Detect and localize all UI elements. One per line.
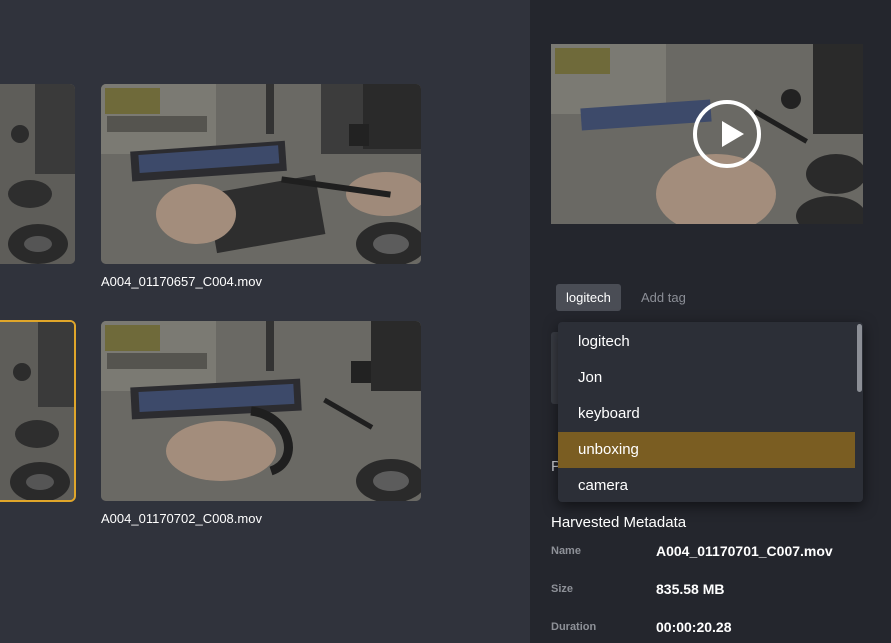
tag-suggestions-dropdown[interactable]: logitech Jon keyboard unboxing camera bbox=[558, 322, 863, 502]
dropdown-option[interactable]: camera bbox=[558, 468, 855, 504]
dropdown-option-highlighted[interactable]: unboxing bbox=[558, 432, 855, 468]
metadata-value: A004_01170701_C007.mov bbox=[656, 543, 833, 559]
metadata-heading: Harvested Metadata bbox=[551, 514, 687, 531]
dropdown-scrollbar[interactable] bbox=[857, 324, 862, 392]
dropdown-option[interactable]: keyboard bbox=[558, 396, 855, 432]
media-thumbnail[interactable] bbox=[101, 321, 421, 501]
metadata-value: 00:00:20.28 bbox=[656, 619, 732, 635]
dropdown-option[interactable]: logitech bbox=[558, 324, 855, 360]
details-panel: logitech Add tag P logitech Jon keyboard… bbox=[530, 0, 891, 643]
play-circle-icon[interactable] bbox=[693, 100, 761, 168]
add-tag-input[interactable]: Add tag bbox=[641, 284, 686, 311]
metadata-value: 835.58 MB bbox=[656, 581, 725, 597]
thumbnail-image bbox=[0, 84, 75, 264]
dropdown-option[interactable]: Jon bbox=[558, 360, 855, 396]
tag-chip[interactable]: logitech bbox=[556, 284, 621, 311]
metadata-label: Duration bbox=[551, 621, 597, 633]
media-thumbnail[interactable] bbox=[0, 84, 75, 264]
metadata-label: Name bbox=[551, 545, 581, 557]
media-thumbnail-selected[interactable] bbox=[0, 320, 76, 502]
thumbnail-image bbox=[0, 322, 74, 500]
thumbnail-image bbox=[101, 84, 421, 264]
metadata-label: Size bbox=[551, 583, 574, 595]
media-grid: A004_01170657_C004.mov A004_01170702_C00… bbox=[0, 0, 530, 643]
media-filename: A004_01170657_C004.mov bbox=[101, 274, 262, 289]
thumbnail-image bbox=[101, 321, 421, 501]
video-preview[interactable] bbox=[551, 44, 863, 224]
media-thumbnail[interactable] bbox=[101, 84, 421, 264]
media-filename: A004_01170702_C008.mov bbox=[101, 511, 262, 526]
